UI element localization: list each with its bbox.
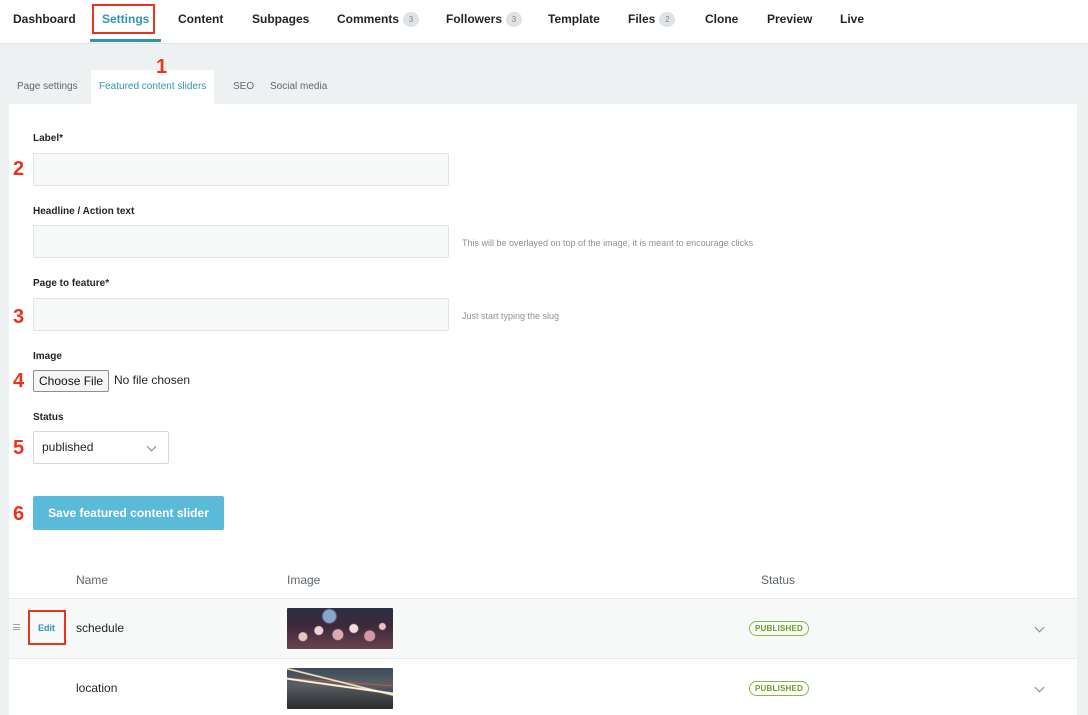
subtab-social-media[interactable]: Social media [262, 70, 335, 104]
column-header-status: Status [761, 573, 796, 587]
annotation-number: 3 [13, 306, 25, 328]
status-badge: PUBLISHED [749, 621, 810, 636]
annotation-box-edit [28, 610, 66, 645]
status-select-value: published [42, 440, 94, 454]
nav-label: Content [178, 12, 224, 26]
annotation-number: 6 [13, 503, 25, 525]
nav-label: Subpages [252, 12, 310, 26]
column-header-image: Image [287, 573, 321, 587]
top-navigation: Dashboard Settings Content Subpages Comm… [0, 0, 1088, 44]
nav-files[interactable]: Files 2 [628, 0, 676, 40]
annotation-box-settings [92, 4, 155, 34]
nav-label: Files [628, 12, 656, 26]
nav-followers[interactable]: Followers 3 [446, 0, 523, 40]
status-badge: PUBLISHED [749, 681, 810, 696]
nav-label: Template [548, 12, 600, 26]
nav-label: Clone [705, 12, 739, 26]
headline-help-text: This will be overlayed on top of the ima… [462, 238, 754, 248]
nav-subpages[interactable]: Subpages [252, 0, 309, 40]
annotation-number: 1 [156, 56, 168, 78]
comments-count-badge: 3 [403, 12, 420, 27]
table-row [9, 598, 1077, 658]
row-name: location [76, 681, 118, 695]
headline-field-label: Headline / Action text [33, 206, 135, 217]
files-count-badge: 2 [659, 12, 676, 27]
nav-label: Dashboard [13, 12, 76, 26]
subtab-page-settings[interactable]: Page settings [9, 70, 86, 104]
nav-live[interactable]: Live [840, 0, 864, 40]
subtab-seo[interactable]: SEO [225, 70, 262, 104]
row-name: schedule [76, 621, 125, 635]
status-select[interactable]: published [33, 431, 169, 464]
nav-comments[interactable]: Comments 3 [337, 0, 420, 40]
nav-label: Followers [446, 12, 503, 26]
drag-handle-icon[interactable] [13, 624, 20, 630]
headline-input[interactable] [33, 225, 449, 258]
annotation-number: 5 [13, 437, 25, 459]
page-field-label: Page to feature* [33, 278, 110, 289]
nav-preview[interactable]: Preview [767, 0, 812, 40]
nav-template[interactable]: Template [548, 0, 600, 40]
followers-count-badge: 3 [506, 12, 523, 27]
nav-dashboard[interactable]: Dashboard [13, 0, 76, 40]
annotation-number: 2 [13, 158, 25, 180]
page-to-feature-input[interactable] [33, 298, 449, 331]
column-header-name[interactable]: Name [76, 573, 108, 587]
page-help-text: Just start typing the slug [462, 311, 560, 321]
label-input[interactable] [33, 153, 449, 186]
save-featured-slider-button[interactable]: Save featured content slider [33, 496, 224, 530]
file-status-text: No file chosen [114, 373, 191, 387]
annotation-number: 4 [13, 370, 25, 392]
subtab-featured-content-sliders[interactable]: Featured content sliders [91, 70, 215, 104]
nav-clone[interactable]: Clone [705, 0, 738, 40]
label-field-label: Label* [33, 133, 64, 144]
status-field-label: Status [33, 412, 64, 423]
chevron-down-icon [146, 441, 157, 452]
table-row [9, 658, 1077, 715]
choose-file-button[interactable]: Choose File [33, 370, 110, 392]
crowd-thumbnail-image [287, 608, 393, 649]
nav-label: Preview [767, 12, 813, 26]
traffic-thumbnail-image [287, 668, 393, 709]
nav-label: Comments [337, 12, 400, 26]
nav-content[interactable]: Content [178, 0, 223, 40]
image-field-label: Image [33, 351, 62, 362]
nav-label: Live [840, 12, 865, 26]
